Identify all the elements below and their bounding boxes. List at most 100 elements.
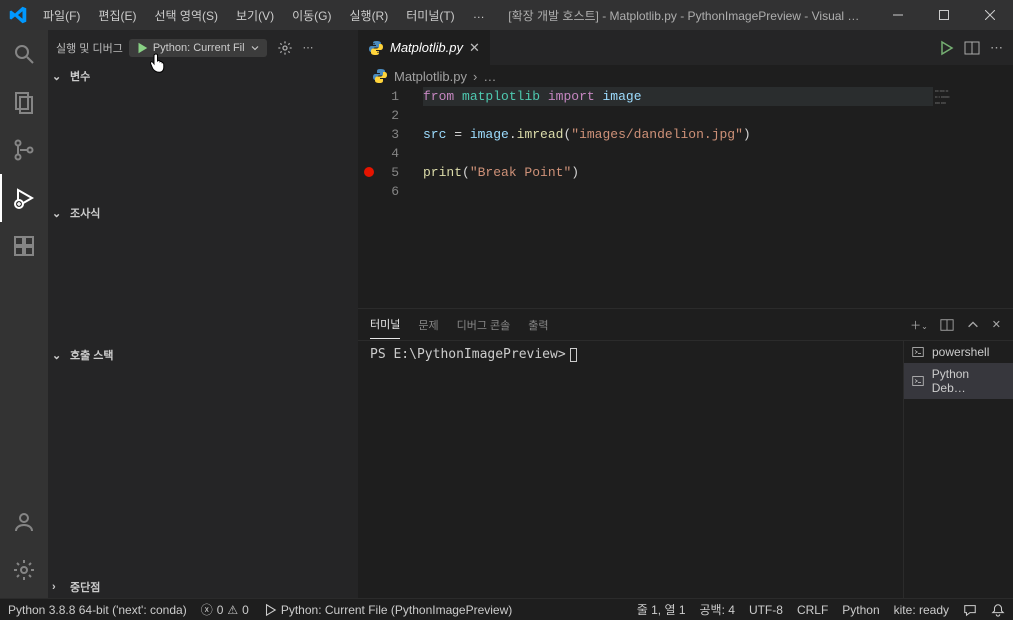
- minimize-button[interactable]: [875, 0, 921, 30]
- code-content[interactable]: from matplotlib import image src = image…: [413, 87, 933, 308]
- python-file-icon: [372, 68, 388, 84]
- terminal-item-python-debug[interactable]: Python Deb…: [904, 363, 1013, 399]
- line-number: 4: [358, 144, 399, 163]
- menu-more[interactable]: …: [465, 3, 493, 28]
- editor-actions: ⋯: [928, 30, 1013, 65]
- menu-selection[interactable]: 선택 영역(S): [146, 3, 226, 28]
- split-editor-icon[interactable]: [964, 40, 980, 56]
- terminal-item-powershell[interactable]: powershell: [904, 341, 1013, 363]
- callstack-label: 호출 스택: [70, 347, 114, 363]
- identifier: image: [470, 127, 509, 142]
- minimap[interactable]: ▄▄▄ ▄▄▄▄ ▄▄▄▄ ▄ ▄▄▄▄▄▄▄▄▄▄▄ ▄▄▄▄: [933, 87, 1013, 308]
- output-tab[interactable]: 출력: [528, 311, 548, 339]
- chevron-right-icon: ›: [52, 581, 66, 593]
- maximize-button[interactable]: [921, 0, 967, 30]
- chevron-down-icon: ⌄: [52, 349, 66, 362]
- watch-label: 조사식: [70, 205, 100, 221]
- breakpoint-icon[interactable]: [364, 167, 374, 177]
- terminal-shell-icon: [912, 346, 926, 358]
- tab-filename: Matplotlib.py: [390, 40, 463, 55]
- debug-settings-gear-icon[interactable]: [277, 40, 293, 56]
- callstack-section[interactable]: ⌄ 호출 스택: [48, 344, 358, 366]
- status-notifications-icon[interactable]: [991, 603, 1005, 617]
- status-kite[interactable]: kite: ready: [894, 603, 949, 617]
- debug-sidebar: 실행 및 디버그 Python: Current Fil ⋯ ⌄ 변수 ⌄ 조사…: [48, 30, 358, 598]
- warning-icon: ⚠: [227, 603, 238, 617]
- more-actions-icon[interactable]: ⋯: [303, 41, 314, 54]
- close-tab-icon[interactable]: ✕: [469, 40, 480, 56]
- source-control-icon[interactable]: [0, 126, 48, 174]
- function: print: [423, 165, 462, 180]
- editor-tabs: Matplotlib.py ✕ ⋯: [358, 30, 1013, 65]
- paren: ): [571, 165, 579, 180]
- terminal-item-label: powershell: [932, 345, 989, 359]
- line-number: 3: [358, 125, 399, 144]
- watch-section[interactable]: ⌄ 조사식: [48, 202, 358, 224]
- run-file-icon[interactable]: [938, 40, 954, 56]
- extensions-icon[interactable]: [0, 222, 48, 270]
- code-editor[interactable]: 1 2 3 4 5 6 from matplotlib import image…: [358, 87, 1013, 308]
- close-button[interactable]: [967, 0, 1013, 30]
- debug-config-selector[interactable]: Python: Current Fil: [129, 39, 267, 57]
- menu-view[interactable]: 보기(V): [228, 3, 282, 28]
- panel-tabs: 터미널 문제 디버그 콘솔 출력 ＋⌄ ✕: [358, 309, 1013, 341]
- keyword: from: [423, 89, 454, 104]
- maximize-panel-icon[interactable]: [966, 318, 980, 332]
- menu-run[interactable]: 실행(R): [341, 3, 396, 28]
- breakpoints-section[interactable]: › 중단점: [48, 576, 358, 598]
- string: "images/dandelion.jpg": [571, 127, 743, 142]
- menu-bar: 파일(F) 편집(E) 선택 영역(S) 보기(V) 이동(G) 실행(R) 터…: [35, 3, 493, 28]
- line-number: 1: [358, 87, 399, 106]
- status-encoding[interactable]: UTF-8: [749, 603, 783, 617]
- error-icon: ⓧ: [201, 601, 213, 618]
- status-indent[interactable]: 공백: 4: [700, 601, 735, 618]
- editor-tab[interactable]: Matplotlib.py ✕: [358, 30, 491, 65]
- problems-tab[interactable]: 문제: [418, 311, 438, 339]
- module: matplotlib: [462, 89, 540, 104]
- window-controls: [875, 0, 1013, 30]
- status-debug-config[interactable]: Python: Current File (PythonImagePreview…: [263, 603, 512, 617]
- terminal-list: powershell Python Deb…: [903, 341, 1013, 598]
- panel-body: PS E:\PythonImagePreview> powershell Pyt…: [358, 341, 1013, 598]
- debug-console-tab[interactable]: 디버그 콘솔: [457, 311, 511, 339]
- variables-section[interactable]: ⌄ 변수: [48, 65, 358, 87]
- start-debug-icon[interactable]: [135, 41, 149, 55]
- menu-edit[interactable]: 편집(E): [90, 3, 144, 28]
- status-eol[interactable]: CRLF: [797, 603, 828, 617]
- debug-config-name: Python: Current Fil: [153, 42, 245, 54]
- terminal-shell-icon: [912, 375, 926, 387]
- breadcrumb[interactable]: Matplotlib.py › …: [358, 65, 1013, 87]
- run-debug-icon[interactable]: [0, 174, 48, 222]
- identifier: src: [423, 127, 446, 142]
- operator: .: [509, 127, 517, 142]
- menu-terminal[interactable]: 터미널(T): [398, 3, 462, 28]
- terminal-cursor: [570, 348, 577, 362]
- close-panel-icon[interactable]: ✕: [992, 318, 1001, 331]
- paren: ): [743, 127, 751, 142]
- sidebar-title: 실행 및 디버그: [56, 40, 123, 56]
- line-number: 6: [358, 182, 399, 201]
- accounts-icon[interactable]: [0, 498, 48, 546]
- terminal-tab[interactable]: 터미널: [370, 310, 400, 339]
- status-python-interpreter[interactable]: Python 3.8.8 64-bit ('next': conda): [8, 603, 187, 617]
- status-problems[interactable]: ⓧ0 ⚠0: [201, 601, 249, 618]
- error-count: 0: [217, 603, 224, 617]
- explorer-icon[interactable]: [0, 78, 48, 126]
- split-terminal-icon[interactable]: [940, 318, 954, 332]
- menu-go[interactable]: 이동(G): [284, 3, 339, 28]
- identifier: image: [602, 89, 641, 104]
- function: imread: [517, 127, 564, 142]
- status-language[interactable]: Python: [842, 603, 879, 617]
- search-icon[interactable]: [0, 30, 48, 78]
- status-line-col[interactable]: 줄 1, 열 1: [637, 601, 686, 618]
- editor-gutter[interactable]: 1 2 3 4 5 6: [358, 87, 413, 308]
- line-number: 2: [358, 106, 399, 125]
- terminal[interactable]: PS E:\PythonImagePreview>: [358, 341, 903, 598]
- window-title: [확장 개발 호스트] - Matplotlib.py - PythonImag…: [493, 7, 875, 24]
- settings-gear-icon[interactable]: [0, 546, 48, 594]
- status-feedback-icon[interactable]: [963, 603, 977, 617]
- menu-file[interactable]: 파일(F): [35, 3, 88, 28]
- new-terminal-icon[interactable]: ＋⌄: [910, 317, 928, 333]
- titlebar: 파일(F) 편집(E) 선택 영역(S) 보기(V) 이동(G) 실행(R) 터…: [0, 0, 1013, 30]
- more-editor-actions-icon[interactable]: ⋯: [990, 40, 1003, 56]
